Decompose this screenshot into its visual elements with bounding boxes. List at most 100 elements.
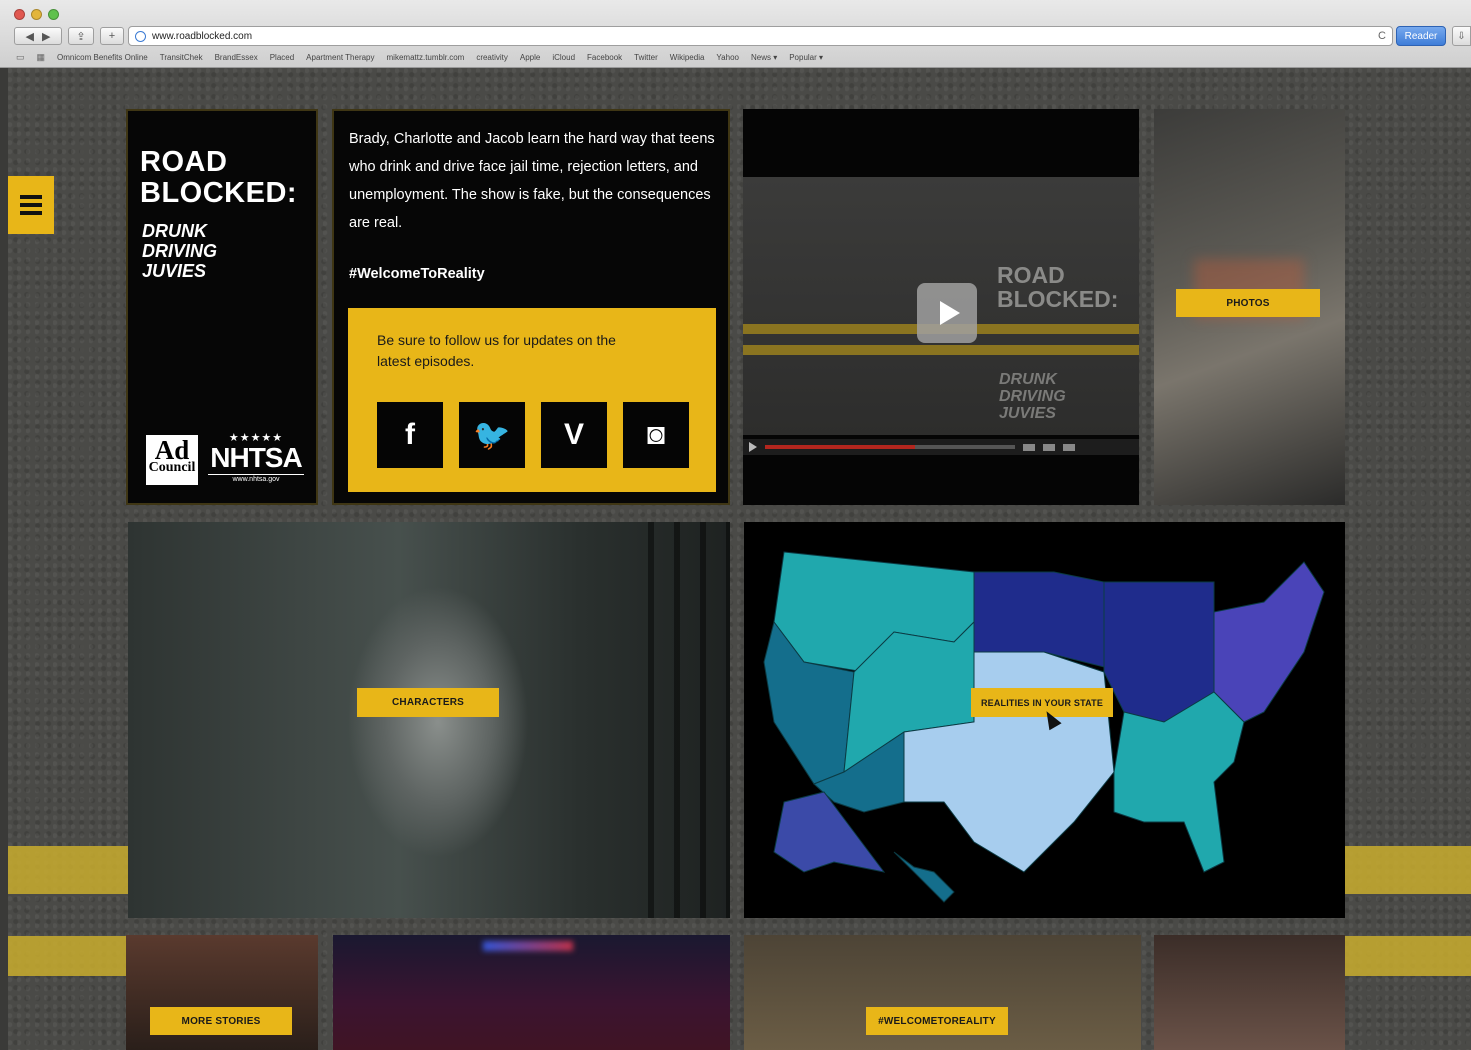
browser-chrome: ◀ ▶ ⇪ + www.roadblocked.com C Reader ⇩ ▭… <box>0 0 1471 68</box>
facebook-icon: f <box>405 418 415 451</box>
description-tile: Brady, Charlotte and Jacob learn the har… <box>332 109 730 505</box>
forward-arrow-icon[interactable]: ▶ <box>42 30 50 43</box>
bookmark-item[interactable]: iCloud <box>552 53 575 62</box>
video-title-line: BLOCKED: <box>997 286 1119 312</box>
window-controls <box>14 9 59 20</box>
title-tile: ROAD BLOCKED: DRUNK DRIVING JUVIES Ad Co… <box>126 109 318 505</box>
page-content: ROAD BLOCKED: DRUNK DRIVING JUVIES Ad Co… <box>8 68 1471 1050</box>
bookmark-item[interactable]: Twitter <box>634 53 658 62</box>
volume-icon[interactable] <box>1023 443 1035 451</box>
subtitle-line: DRIVING <box>142 241 218 261</box>
road-stripe <box>1345 846 1471 894</box>
play-icon <box>939 301 960 325</box>
map-region-northeast <box>1213 561 1325 723</box>
instagram-icon: ◙ <box>646 418 666 451</box>
characters-tile[interactable]: CHARACTERS <box>128 522 730 918</box>
facebook-button[interactable]: f <box>377 402 443 468</box>
plus-icon: + <box>108 30 116 42</box>
welcome-tile[interactable]: #WELCOMETOREALITY <box>744 935 1141 1050</box>
video-player[interactable]: ROAD BLOCKED: DRUNK DRIVING JUVIES <box>743 109 1139 505</box>
bookmark-item[interactable]: Yahoo <box>716 53 739 62</box>
video-subtitle-line: DRIVING <box>999 388 1066 405</box>
hashtag: #WelcomeToReality <box>349 266 485 282</box>
download-icon: ⇩ <box>1457 30 1466 42</box>
reader-button[interactable]: Reader <box>1396 26 1446 46</box>
photos-button[interactable]: PHOTOS <box>1176 289 1320 317</box>
nhtsa-logo-text: NHTSA <box>210 442 302 473</box>
follow-text: Be sure to follow us for updates on the … <box>377 332 616 369</box>
more-stories-tile[interactable]: MORE STORIES <box>126 935 318 1050</box>
subtitle-line: JUVIES <box>142 261 207 281</box>
road-stripe <box>8 846 128 894</box>
characters-button[interactable]: CHARACTERS <box>357 688 499 717</box>
ad-council-logo-subtext: Council <box>148 460 196 475</box>
bookmark-item[interactable]: News ▾ <box>751 53 777 62</box>
share-icon: ⇪ <box>76 30 86 43</box>
bookmark-item[interactable]: Apple <box>520 53 540 62</box>
twitter-icon: 🐦 <box>473 418 511 452</box>
map-region-hawaii <box>893 851 955 903</box>
video-frame[interactable]: ROAD BLOCKED: DRUNK DRIVING JUVIES <box>743 177 1139 435</box>
title-line: ROAD <box>140 146 228 178</box>
video-subtitle-line: JUVIES <box>999 405 1056 422</box>
nhtsa-logo: ★★★★★ NHTSA www.nhtsa.gov <box>208 431 304 483</box>
url-text[interactable]: www.roadblocked.com <box>152 31 252 42</box>
zoom-window-button[interactable] <box>48 9 59 20</box>
more-stories-button[interactable]: MORE STORIES <box>150 1007 292 1035</box>
back-arrow-icon[interactable]: ◀ <box>26 30 34 43</box>
road-stripe <box>743 345 1139 355</box>
reading-list-icon[interactable]: ▭ <box>16 52 25 63</box>
menu-bar-icon <box>20 195 42 199</box>
top-sites-icon[interactable]: ▦ <box>37 52 46 63</box>
bookmark-item[interactable]: BrandEssex <box>215 53 258 62</box>
police-lights-tile[interactable] <box>333 935 730 1050</box>
state-map-tile[interactable]: REALITIES IN YOUR STATE <box>744 522 1345 918</box>
bookmark-item[interactable]: Apartment Therapy <box>306 53 374 62</box>
nhtsa-logo-url: www.nhtsa.gov <box>208 474 304 483</box>
twitter-button[interactable]: 🐦 <box>459 402 525 468</box>
bookmark-item[interactable]: Placed <box>270 53 294 62</box>
video-controls <box>743 439 1139 455</box>
instagram-button[interactable]: ◙ <box>623 402 689 468</box>
hamburger-menu-button[interactable] <box>8 176 54 234</box>
add-bookmark-button[interactable]: + <box>100 27 124 45</box>
close-window-button[interactable] <box>14 9 25 20</box>
subtitle-line: DRUNK <box>142 221 207 241</box>
show-description: Brady, Charlotte and Jacob learn the har… <box>349 131 715 231</box>
address-bar[interactable]: www.roadblocked.com C <box>128 26 1393 46</box>
minimize-window-button[interactable] <box>31 9 42 20</box>
bookmark-item[interactable]: TransitChek <box>160 53 203 62</box>
jail-bars-image <box>648 522 730 918</box>
bookmark-item[interactable]: mikemattz.tumblr.com <box>387 53 465 62</box>
bookmark-item[interactable]: Popular ▾ <box>789 53 823 62</box>
welcome-to-reality-button[interactable]: #WELCOMETOREALITY <box>866 1007 1008 1035</box>
downloads-button[interactable]: ⇩ <box>1452 26 1471 46</box>
bookmark-item[interactable]: creativity <box>476 53 508 62</box>
portrait-tile[interactable] <box>1154 935 1345 1050</box>
captions-icon[interactable] <box>1043 443 1055 451</box>
bookmark-item[interactable]: Facebook <box>587 53 622 62</box>
bookmark-item[interactable]: Omnicom Benefits Online <box>57 53 148 62</box>
site-title: ROAD BLOCKED: <box>140 147 297 209</box>
share-button[interactable]: ⇪ <box>68 27 94 45</box>
play-icon[interactable] <box>749 442 757 452</box>
vine-icon: V <box>563 418 584 451</box>
video-progress-fill <box>765 445 915 449</box>
road-stripe <box>1345 936 1471 976</box>
map-region-southeast <box>1113 691 1245 873</box>
play-button[interactable] <box>917 283 977 343</box>
police-siren-image <box>483 941 573 951</box>
video-subtitle-line: DRUNK <box>999 371 1057 388</box>
video-progress-bar[interactable] <box>765 445 1015 449</box>
bookmarks-bar: ▭ ▦ Omnicom Benefits Online TransitChek … <box>16 50 823 64</box>
reload-icon[interactable]: C <box>1378 30 1386 42</box>
vine-button[interactable]: V <box>541 402 607 468</box>
bookmark-item[interactable]: Wikipedia <box>670 53 705 62</box>
road-stripe <box>8 936 128 976</box>
back-forward-buttons[interactable]: ◀ ▶ <box>14 27 62 45</box>
video-title: ROAD BLOCKED: <box>997 263 1118 311</box>
social-links: f 🐦 V ◙ <box>377 402 689 468</box>
fullscreen-icon[interactable] <box>1063 443 1075 451</box>
photos-tile[interactable]: PHOTOS <box>1154 109 1345 505</box>
globe-icon <box>135 30 146 42</box>
